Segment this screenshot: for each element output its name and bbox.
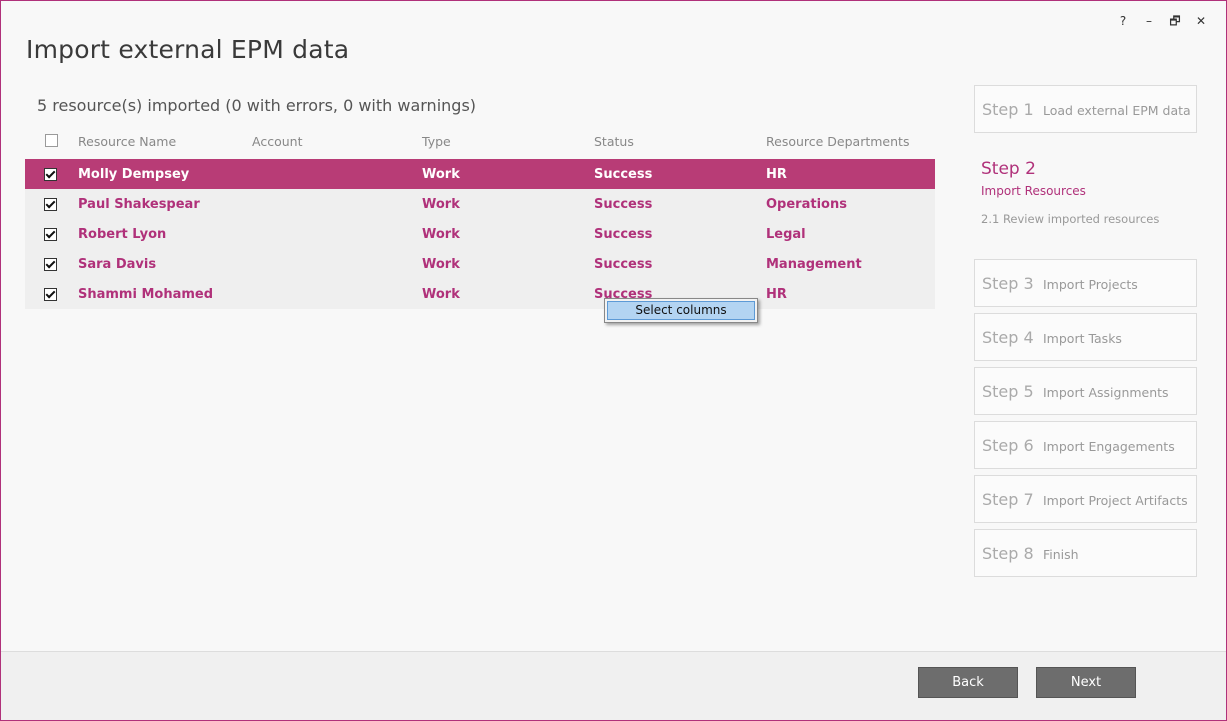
step-number: Step 5	[982, 382, 1034, 401]
row-checkbox[interactable]	[44, 168, 57, 181]
import-wizard-window: ? – 🗗 ✕ Import external EPM data 5 resou…	[0, 0, 1227, 721]
cell-status: Success	[594, 257, 653, 272]
row-checkbox[interactable]	[44, 258, 57, 271]
grid-header: Resource Name Account Type Status Resour…	[25, 129, 935, 155]
step-8[interactable]: Step 8 Finish	[974, 529, 1197, 577]
step-4[interactable]: Step 4 Import Tasks	[974, 313, 1197, 361]
table-row[interactable]: Shammi Mohamed Work Success HR	[25, 279, 935, 309]
step-number: Step 2	[981, 159, 1036, 179]
wizard-footer: Back Next	[1, 651, 1226, 720]
back-button[interactable]: Back	[918, 667, 1018, 698]
page-title: Import external EPM data	[26, 35, 350, 64]
select-all-checkbox[interactable]	[45, 134, 58, 147]
step-6[interactable]: Step 6 Import Engagements	[974, 421, 1197, 469]
grid-rows: Molly Dempsey Work Success HR Paul Shake…	[25, 159, 935, 309]
cell-type: Work	[422, 227, 460, 242]
cell-name: Molly Dempsey	[78, 167, 190, 182]
step-label: Import Projects	[1043, 277, 1138, 292]
table-row[interactable]: Molly Dempsey Work Success HR	[25, 159, 935, 189]
window-controls: ? – 🗗 ✕	[1110, 11, 1214, 31]
row-checkbox[interactable]	[44, 288, 57, 301]
column-header-type[interactable]: Type	[422, 134, 451, 149]
column-header-account[interactable]: Account	[252, 134, 302, 149]
cell-department: Legal	[766, 227, 806, 242]
resources-grid: Resource Name Account Type Status Resour…	[25, 129, 935, 309]
step-substep: 2.1 Review imported resources	[981, 212, 1160, 226]
help-icon[interactable]: ?	[1110, 11, 1136, 31]
cell-type: Work	[422, 197, 460, 212]
cell-status: Success	[594, 197, 653, 212]
cell-department: Management	[766, 257, 862, 272]
cell-name: Sara Davis	[78, 257, 157, 272]
step-5[interactable]: Step 5 Import Assignments	[974, 367, 1197, 415]
step-1[interactable]: Step 1 Load external EPM data	[974, 85, 1197, 133]
cell-status: Success	[594, 167, 653, 182]
cell-name: Robert Lyon	[78, 227, 167, 242]
row-checkbox[interactable]	[44, 198, 57, 211]
step-label: Load external EPM data	[1043, 103, 1191, 118]
column-header-name[interactable]: Resource Name	[78, 134, 176, 149]
step-number: Step 1	[982, 100, 1034, 119]
cell-type: Work	[422, 287, 460, 302]
row-checkbox[interactable]	[44, 228, 57, 241]
cell-department: HR	[766, 287, 787, 302]
step-label: Import Project Artifacts	[1043, 493, 1188, 508]
table-row[interactable]: Sara Davis Work Success Management	[25, 249, 935, 279]
cell-department: HR	[766, 167, 787, 182]
column-header-status[interactable]: Status	[594, 134, 634, 149]
import-summary: 5 resource(s) imported (0 with errors, 0…	[37, 96, 477, 115]
step-number: Step 4	[982, 328, 1034, 347]
table-row[interactable]: Paul Shakespear Work Success Operations	[25, 189, 935, 219]
cell-department: Operations	[766, 197, 847, 212]
restore-icon[interactable]: 🗗	[1162, 11, 1188, 31]
context-menu: Select columns	[604, 298, 758, 323]
cell-name: Paul Shakespear	[78, 197, 200, 212]
step-number: Step 7	[982, 490, 1034, 509]
step-number: Step 8	[982, 544, 1034, 563]
next-button[interactable]: Next	[1036, 667, 1136, 698]
close-icon[interactable]: ✕	[1188, 11, 1214, 31]
cell-type: Work	[422, 257, 460, 272]
step-label: Import Tasks	[1043, 331, 1122, 346]
context-menu-item-select-columns[interactable]: Select columns	[607, 301, 755, 320]
minimize-icon[interactable]: –	[1136, 11, 1162, 31]
step-number: Step 6	[982, 436, 1034, 455]
cell-status: Success	[594, 227, 653, 242]
table-row[interactable]: Robert Lyon Work Success Legal	[25, 219, 935, 249]
step-7[interactable]: Step 7 Import Project Artifacts	[974, 475, 1197, 523]
cell-type: Work	[422, 167, 460, 182]
step-label: Finish	[1043, 547, 1079, 562]
cell-name: Shammi Mohamed	[78, 287, 214, 302]
step-label: Import Engagements	[1043, 439, 1175, 454]
column-header-departments[interactable]: Resource Departments	[766, 134, 909, 149]
step-label: Import Assignments	[1043, 385, 1169, 400]
step-label: Import Resources	[981, 184, 1086, 198]
step-3[interactable]: Step 3 Import Projects	[974, 259, 1197, 307]
step-number: Step 3	[982, 274, 1034, 293]
